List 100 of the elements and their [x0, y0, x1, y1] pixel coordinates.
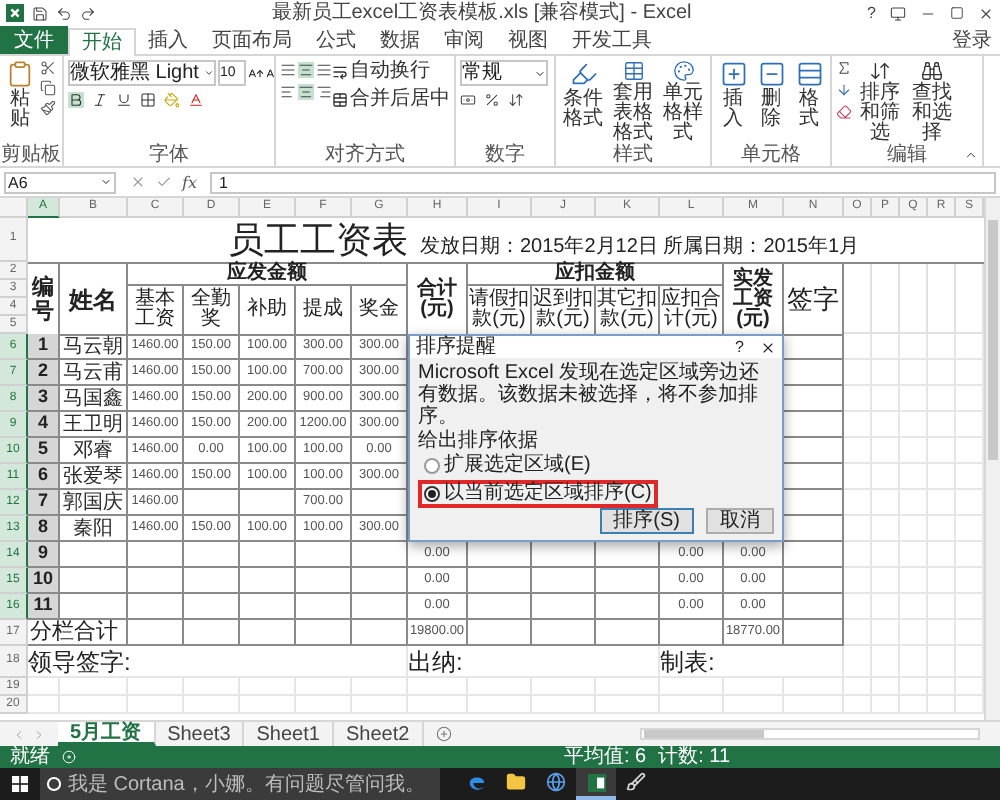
- close-icon[interactable]: [760, 339, 776, 355]
- table-cell[interactable]: [240, 594, 296, 620]
- merge-center-button[interactable]: 合并后居中: [332, 88, 450, 110]
- table-cell[interactable]: [296, 594, 352, 620]
- caret-icon[interactable]: [204, 68, 214, 78]
- ribbon-tab[interactable]: 数据: [368, 26, 432, 54]
- table-cell[interactable]: 邓睿: [60, 438, 128, 464]
- table-cell[interactable]: [532, 568, 596, 594]
- table-cell[interactable]: [784, 620, 844, 646]
- clear-icon[interactable]: [836, 104, 852, 120]
- table-cell[interactable]: 5: [28, 438, 60, 464]
- bold-icon[interactable]: [68, 92, 84, 108]
- align-bottom-icon[interactable]: [316, 62, 332, 78]
- align-top-icon[interactable]: [280, 62, 296, 78]
- currency-icon[interactable]: [460, 92, 476, 108]
- find-select-button[interactable]: 查找和选择: [908, 60, 956, 144]
- table-cell[interactable]: [784, 568, 844, 594]
- sort-button[interactable]: 排序(S): [599, 508, 694, 534]
- sheet-tab[interactable]: 5月工资: [58, 722, 156, 746]
- insert-button[interactable]: 插入: [716, 60, 750, 144]
- table-cell[interactable]: 秦阳: [60, 516, 128, 542]
- table-cell[interactable]: [532, 620, 596, 646]
- table-cell[interactable]: 王卫明: [60, 412, 128, 438]
- underline-icon[interactable]: [116, 92, 132, 108]
- align-center-icon[interactable]: [298, 84, 314, 100]
- table-cell[interactable]: 制表:: [660, 646, 844, 678]
- previous-sheet-icon[interactable]: [12, 727, 26, 741]
- table-cell[interactable]: [296, 542, 352, 568]
- macro-record-icon[interactable]: [62, 750, 76, 764]
- align-right-icon[interactable]: [316, 84, 332, 100]
- table-cell[interactable]: 马国鑫: [60, 386, 128, 412]
- italic-icon[interactable]: [92, 92, 108, 108]
- fill-icon[interactable]: [836, 82, 852, 98]
- copy-icon[interactable]: [40, 80, 56, 96]
- table-cell[interactable]: 马云甫: [60, 360, 128, 386]
- table-cell[interactable]: [468, 568, 532, 594]
- table-cell[interactable]: [296, 568, 352, 594]
- table-cell[interactable]: 郭国庆: [60, 490, 128, 516]
- table-cell[interactable]: [596, 568, 660, 594]
- table-cell[interactable]: [352, 594, 408, 620]
- table-cell[interactable]: [128, 620, 184, 646]
- decimal-icon[interactable]: [508, 92, 524, 108]
- ribbon-tab[interactable]: 插入: [136, 26, 200, 54]
- ribbon-tab[interactable]: 开发工具: [560, 26, 664, 54]
- table-cell[interactable]: 1: [28, 334, 60, 360]
- sign-in-link[interactable]: 登录: [944, 26, 1000, 54]
- windows-logo-icon[interactable]: [12, 776, 28, 792]
- name-box[interactable]: A6: [4, 171, 116, 193]
- table-cell[interactable]: [468, 594, 532, 620]
- table-cell[interactable]: [784, 594, 844, 620]
- table-cell[interactable]: 8: [28, 516, 60, 542]
- table-cell[interactable]: [596, 594, 660, 620]
- table-cell[interactable]: [128, 542, 184, 568]
- table-cell[interactable]: 7: [28, 490, 60, 516]
- table-cell[interactable]: 9: [28, 542, 60, 568]
- grow-font-icon[interactable]: [248, 65, 264, 81]
- ribbon-display-icon[interactable]: [890, 5, 906, 21]
- maximize-icon[interactable]: [950, 6, 964, 20]
- table-cell[interactable]: [60, 542, 128, 568]
- ribbon-tab[interactable]: 页面布局: [200, 26, 304, 54]
- insert-function-button[interactable]: fx: [182, 173, 197, 191]
- file-tab[interactable]: 文件: [0, 26, 68, 54]
- close-icon[interactable]: [978, 5, 994, 21]
- radio-button[interactable]: [424, 486, 440, 502]
- help-button[interactable]: ?: [735, 338, 744, 356]
- conditional-format-button[interactable]: 条件格式: [560, 60, 606, 144]
- number-format-field[interactable]: 常规: [460, 60, 548, 86]
- sort-filter-button[interactable]: 排序和筛选: [856, 60, 904, 144]
- search-field[interactable]: 我是 Cortana，小娜。有问题尽管问我。: [40, 768, 440, 800]
- taskbar-app[interactable]: [576, 768, 616, 800]
- wrap-text-button[interactable]: 自动换行: [332, 60, 450, 82]
- font-name-field[interactable]: 微软雅黑 Light: [68, 60, 216, 86]
- table-cell[interactable]: 2: [28, 360, 60, 386]
- caret-icon[interactable]: [100, 176, 112, 188]
- cancel-icon[interactable]: [130, 174, 146, 190]
- undo-icon[interactable]: [56, 5, 72, 21]
- table-cell[interactable]: [784, 542, 844, 568]
- table-cell[interactable]: [128, 568, 184, 594]
- radio-option[interactable]: 扩展选定区域(E): [418, 452, 597, 480]
- table-cell[interactable]: 11: [28, 594, 60, 620]
- radio-button[interactable]: [424, 458, 440, 474]
- radio-option[interactable]: 以当前选定区域排序(C): [418, 480, 658, 508]
- align-left-icon[interactable]: [280, 84, 296, 100]
- format-button[interactable]: 格式: [792, 60, 826, 144]
- help-button[interactable]: ?: [867, 3, 876, 23]
- table-cell[interactable]: 4: [28, 412, 60, 438]
- format-as-table-button[interactable]: 套用表格格式: [610, 60, 656, 144]
- table-cell[interactable]: [296, 620, 352, 646]
- table-cell[interactable]: [60, 568, 128, 594]
- table-cell[interactable]: 领导签字:: [28, 646, 408, 678]
- align-middle-icon[interactable]: [298, 62, 314, 78]
- vertical-scrollbar[interactable]: [984, 198, 1000, 720]
- ribbon-tab[interactable]: 开始: [68, 28, 136, 56]
- horizontal-scrollbar[interactable]: [640, 728, 980, 740]
- cut-icon[interactable]: [40, 60, 56, 76]
- delete-button[interactable]: 删除: [754, 60, 788, 144]
- paste-button[interactable]: 粘贴: [4, 60, 36, 144]
- table-cell[interactable]: [240, 490, 296, 516]
- ribbon-tab[interactable]: 审阅: [432, 26, 496, 54]
- table-cell[interactable]: [60, 594, 128, 620]
